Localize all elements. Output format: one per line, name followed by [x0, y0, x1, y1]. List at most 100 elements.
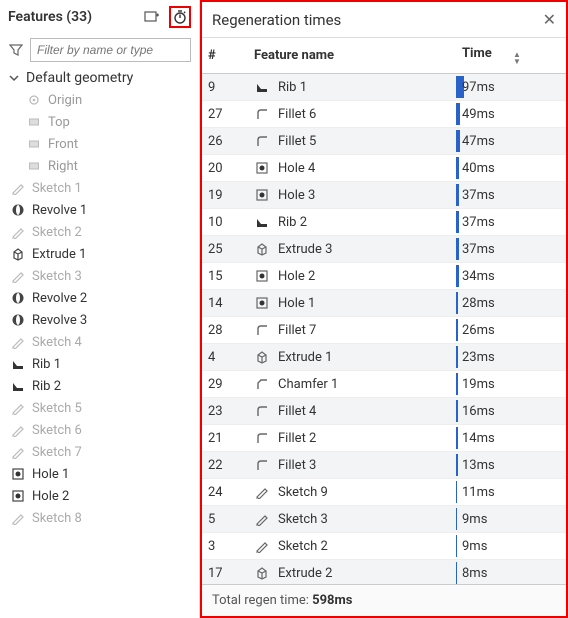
- feature-item[interactable]: Sketch 7: [0, 441, 199, 463]
- hole-icon: [254, 160, 270, 176]
- footer-label: Total regen time:: [212, 593, 312, 608]
- feature-tree[interactable]: Default geometry OriginTopFrontRight Ske…: [0, 68, 199, 618]
- table-row[interactable]: 24Sketch 911ms: [202, 479, 566, 506]
- geometry-group[interactable]: Default geometry: [0, 68, 199, 89]
- feature-item[interactable]: Sketch 4: [0, 331, 199, 353]
- cell-number: 28: [202, 317, 248, 344]
- cell-name-text: Extrude 3: [278, 242, 332, 257]
- feature-item[interactable]: Sketch 8: [0, 507, 199, 529]
- geometry-child[interactable]: Origin: [0, 89, 199, 111]
- col-time[interactable]: Time ▲▼: [456, 38, 566, 74]
- fillet-icon: [254, 430, 270, 446]
- rib-icon: [254, 214, 270, 230]
- table-row[interactable]: 4Extrude 123ms: [202, 344, 566, 371]
- cell-number: 20: [202, 155, 248, 182]
- table-row[interactable]: 17Extrude 28ms: [202, 560, 566, 585]
- feature-item[interactable]: Revolve 1: [0, 199, 199, 221]
- filter-row: [0, 34, 199, 68]
- table-row[interactable]: 26Fillet 547ms: [202, 128, 566, 155]
- cell-time: 28ms: [456, 290, 566, 317]
- feature-item[interactable]: Rib 2: [0, 375, 199, 397]
- feature-item[interactable]: Sketch 1: [0, 177, 199, 199]
- cell-name: Fillet 2: [248, 425, 456, 452]
- close-icon[interactable]: ✕: [543, 10, 556, 29]
- time-bar: [456, 292, 458, 314]
- col-feature-name[interactable]: Feature name: [248, 38, 456, 74]
- cell-number: 9: [202, 74, 248, 101]
- feature-item[interactable]: Sketch 2: [0, 221, 199, 243]
- table-row[interactable]: 14Hole 128ms: [202, 290, 566, 317]
- cell-time: 97ms: [456, 74, 566, 101]
- time-text: 19ms: [462, 377, 495, 392]
- cell-name-text: Extrude 1: [278, 350, 332, 365]
- sketch-icon: [10, 180, 26, 196]
- cell-time: 23ms: [456, 344, 566, 371]
- feature-item[interactable]: Sketch 5: [0, 397, 199, 419]
- cell-time: 47ms: [456, 128, 566, 155]
- feature-item[interactable]: Hole 2: [0, 485, 199, 507]
- geometry-child[interactable]: Top: [0, 111, 199, 133]
- add-feature-icon[interactable]: [141, 6, 163, 28]
- regen-title: Regeneration times: [212, 11, 543, 29]
- cell-name: Rib 1: [248, 74, 456, 101]
- revolve-icon: [10, 202, 26, 218]
- feature-item-label: Rib 2: [32, 379, 61, 394]
- geometry-child[interactable]: Right: [0, 155, 199, 177]
- feature-item[interactable]: Revolve 3: [0, 309, 199, 331]
- table-row[interactable]: 23Fillet 416ms: [202, 398, 566, 425]
- rib-icon: [10, 378, 26, 394]
- hole-icon: [254, 187, 270, 203]
- table-row[interactable]: 3Sketch 29ms: [202, 533, 566, 560]
- table-row[interactable]: 29Chamfer 119ms: [202, 371, 566, 398]
- cell-number: 17: [202, 560, 248, 585]
- footer-value: 598ms: [312, 593, 352, 608]
- time-bar: [456, 346, 458, 368]
- time-bar: [456, 508, 457, 530]
- time-text: 23ms: [462, 350, 495, 365]
- table-row[interactable]: 27Fillet 649ms: [202, 101, 566, 128]
- table-row[interactable]: 19Hole 337ms: [202, 182, 566, 209]
- time-text: 34ms: [462, 269, 495, 284]
- cell-number: 3: [202, 533, 248, 560]
- features-title: Features (33): [8, 9, 135, 25]
- feature-item[interactable]: Revolve 2: [0, 287, 199, 309]
- sketch-icon: [10, 224, 26, 240]
- time-bar: [456, 454, 458, 476]
- table-row[interactable]: 25Extrude 337ms: [202, 236, 566, 263]
- feature-item-label: Revolve 2: [32, 291, 87, 306]
- table-row[interactable]: 20Hole 440ms: [202, 155, 566, 182]
- table-row[interactable]: 9Rib 197ms: [202, 74, 566, 101]
- feature-item[interactable]: Rib 1: [0, 353, 199, 375]
- table-row[interactable]: 5Sketch 39ms: [202, 506, 566, 533]
- time-text: 16ms: [462, 404, 495, 419]
- col-number[interactable]: #: [202, 38, 248, 74]
- sort-arrows-icon[interactable]: ▲▼: [513, 51, 521, 65]
- feature-item-label: Sketch 2: [32, 225, 82, 240]
- cell-name: Fillet 4: [248, 398, 456, 425]
- sketch-icon: [10, 510, 26, 526]
- cell-number: 14: [202, 290, 248, 317]
- fillet-icon: [254, 106, 270, 122]
- table-row[interactable]: 21Fillet 214ms: [202, 425, 566, 452]
- filter-input[interactable]: [30, 38, 191, 62]
- sketch-icon: [254, 511, 270, 527]
- geometry-child[interactable]: Front: [0, 133, 199, 155]
- time-bar: [456, 400, 458, 422]
- stopwatch-icon[interactable]: [169, 6, 191, 28]
- cell-time: 8ms: [456, 560, 566, 585]
- table-row[interactable]: 10Rib 237ms: [202, 209, 566, 236]
- filter-icon[interactable]: [8, 42, 24, 58]
- feature-item[interactable]: Extrude 1: [0, 243, 199, 265]
- table-row[interactable]: 22Fillet 313ms: [202, 452, 566, 479]
- time-bar: [456, 373, 458, 395]
- feature-item[interactable]: Sketch 3: [0, 265, 199, 287]
- cell-name-text: Sketch 9: [278, 485, 328, 500]
- feature-item[interactable]: Sketch 6: [0, 419, 199, 441]
- regen-table-wrap[interactable]: # Feature name Time ▲▼ 9Rib 197ms27Fille…: [202, 37, 566, 584]
- table-row[interactable]: 28Fillet 726ms: [202, 317, 566, 344]
- time-bar: [456, 481, 457, 503]
- cell-name: Rib 2: [248, 209, 456, 236]
- regen-header: Regeneration times ✕: [202, 2, 566, 37]
- feature-item[interactable]: Hole 1: [0, 463, 199, 485]
- table-row[interactable]: 15Hole 234ms: [202, 263, 566, 290]
